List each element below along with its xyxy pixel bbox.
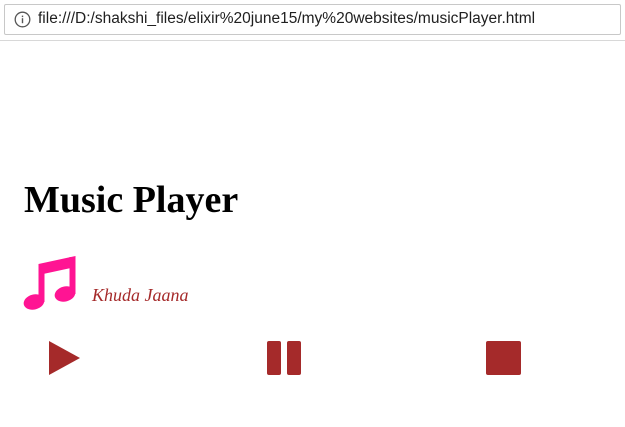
url-field[interactable]: file:///D:/shakshi_files/elixir%20june15…	[4, 4, 621, 35]
song-title: Khuda Jaana	[92, 285, 189, 305]
browser-address-bar: file:///D:/shakshi_files/elixir%20june15…	[0, 0, 625, 41]
music-note-icon	[23, 256, 76, 310]
stop-button[interactable]	[485, 340, 522, 376]
pause-button[interactable]	[266, 340, 303, 376]
page-title: Music Player	[24, 179, 239, 221]
play-icon	[49, 341, 80, 375]
url-text[interactable]: file:///D:/shakshi_files/elixir%20june15…	[38, 10, 535, 28]
play-button[interactable]	[47, 340, 81, 376]
info-circle-icon[interactable]	[14, 11, 31, 28]
pause-icon	[267, 341, 301, 375]
stop-icon	[486, 341, 521, 375]
